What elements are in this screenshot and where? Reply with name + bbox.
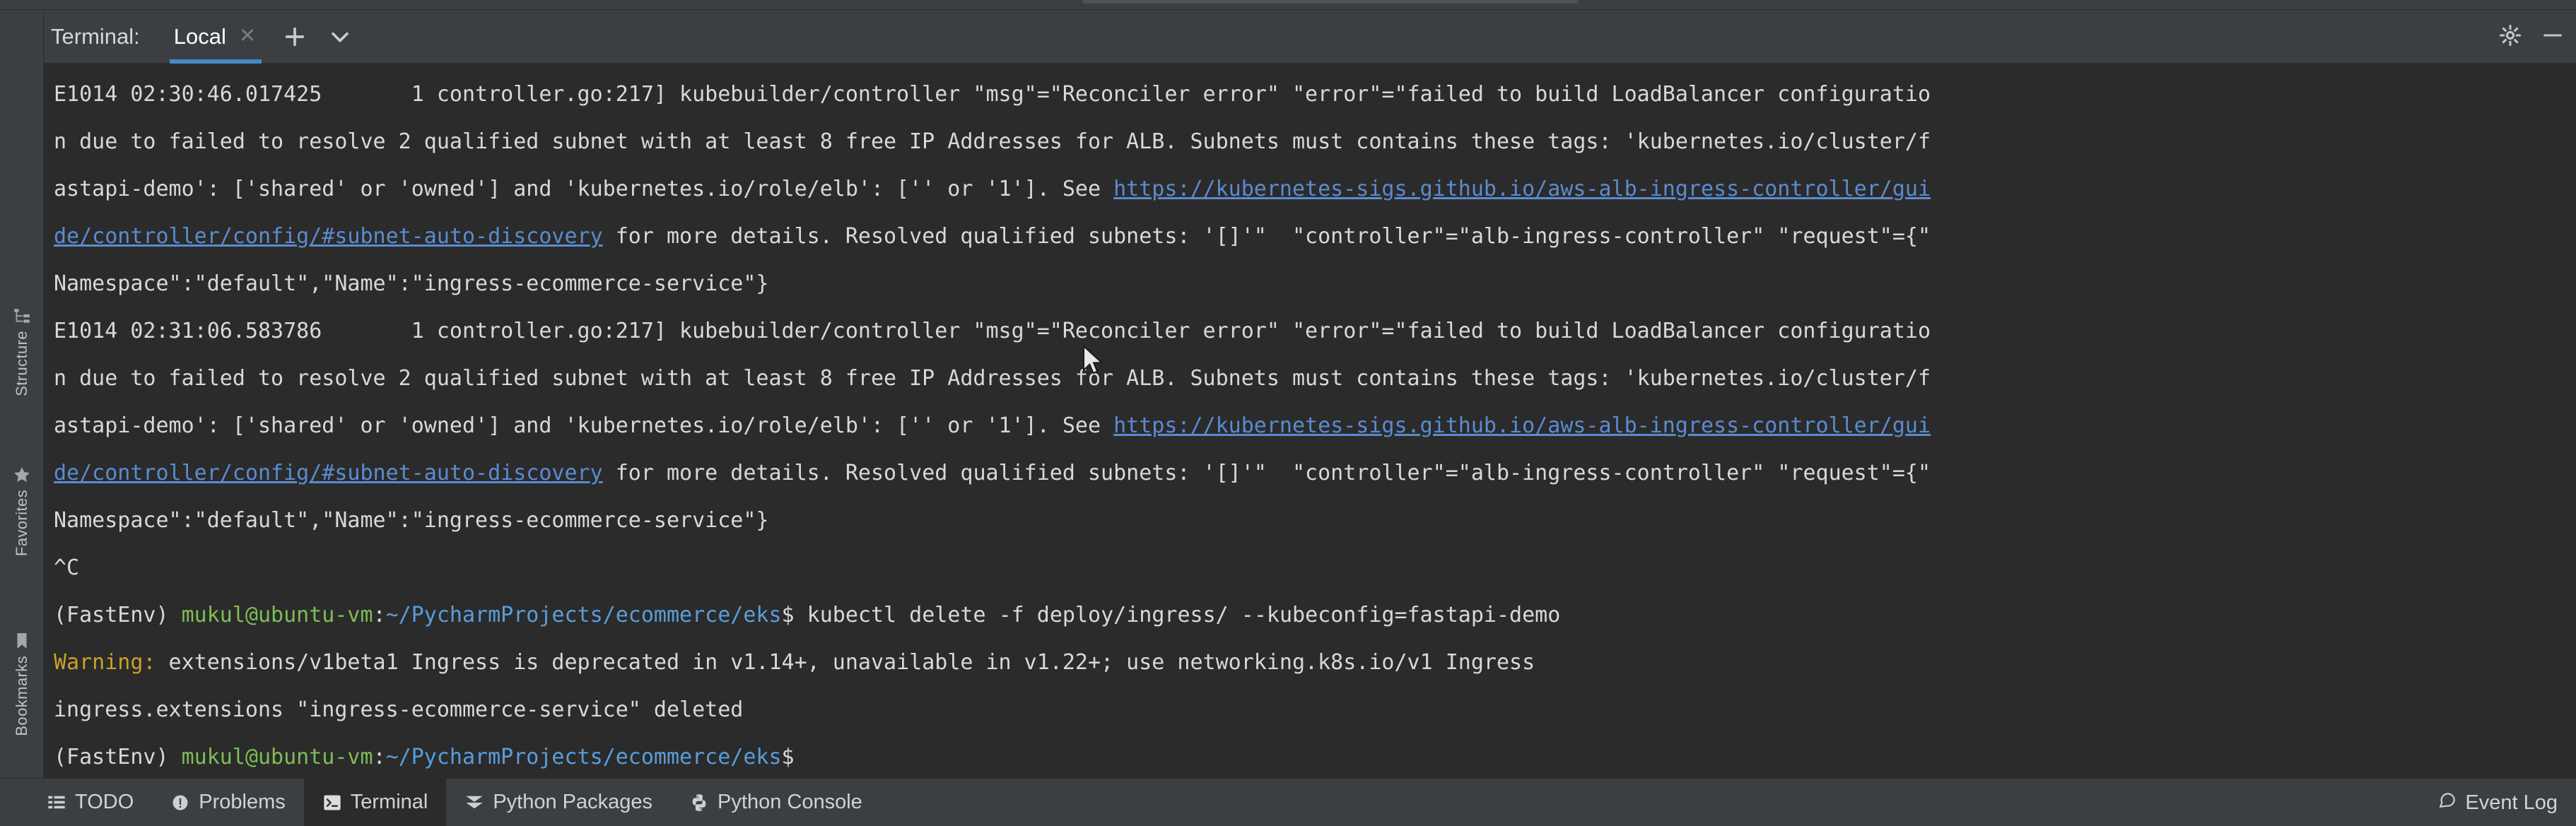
terminal-line-deleted-line: ingress.extensions "ingress-ecommerce-se… <box>54 686 2576 733</box>
terminal-line-log-2-cont-3: de/controller/config/#subnet-auto-discov… <box>54 449 2576 497</box>
status-bar-item-python-packages-label: Python Packages <box>493 791 653 813</box>
terminal-text: $ kubectl delete -f deploy/ingress/ --ku… <box>781 603 1561 627</box>
status-bar-item-python-console-label: Python Console <box>718 791 862 813</box>
status-bar-item-problems-label: Problems <box>199 791 286 813</box>
terminal-text: n due to failed to resolve 2 qualified s… <box>54 366 1931 391</box>
terminal-line-log-1-head: E1014 02:30:46.017425 1 controller.go:21… <box>54 71 2576 118</box>
editor-bottom-strip <box>0 0 2576 10</box>
gear-icon[interactable] <box>2498 23 2522 50</box>
left-tool-stripe: Structure Favorites Bookmarks <box>0 10 44 778</box>
terminal-line-log-2-cont-4: Namespace":"default","Name":"ingress-eco… <box>54 497 2576 544</box>
terminal-text: n due to failed to resolve 2 qualified s… <box>54 129 1931 154</box>
chevron-down-icon[interactable] <box>324 20 356 53</box>
terminal-output[interactable]: E1014 02:30:46.017425 1 controller.go:21… <box>44 64 2576 778</box>
sidebar-item-bookmarks[interactable]: Bookmarks <box>0 632 44 736</box>
terminal-text: extensions/v1beta1 Ingress is deprecated… <box>156 650 1535 675</box>
chevrons-down-icon <box>464 793 484 813</box>
status-bar-item-todo[interactable]: TODO <box>28 779 152 826</box>
python-icon <box>689 793 709 813</box>
plus-icon[interactable] <box>279 20 311 53</box>
terminal-text: ~/PycharmProjects/ecommerce/eks <box>385 603 782 627</box>
terminal-text: ^C <box>54 555 80 580</box>
minimize-icon[interactable] <box>2541 23 2565 50</box>
status-bar: TODO Problems Terminal Python Packages P <box>0 778 2576 826</box>
terminal-text: mukul@ubuntu-vm <box>181 745 373 769</box>
terminal-text: E1014 02:30:46.017425 1 controller.go:21… <box>54 82 1931 107</box>
terminal-text: Warning: <box>54 650 156 675</box>
star-icon <box>13 466 31 484</box>
terminal-text: Namespace":"default","Name":"ingress-eco… <box>54 271 769 296</box>
sidebar-item-bookmarks-label: Bookmarks <box>13 656 30 736</box>
terminal-header-right-controls <box>2498 10 2565 64</box>
status-bar-item-python-packages[interactable]: Python Packages <box>446 779 671 826</box>
terminal-line-warning-line: Warning: extensions/v1beta1 Ingress is d… <box>54 639 2576 686</box>
status-bar-event-log[interactable]: Event Log <box>2438 779 2558 826</box>
terminal-line-log-1-cont-4: Namespace":"default","Name":"ingress-eco… <box>54 260 2576 307</box>
warning-circle-icon <box>170 793 190 813</box>
terminal-line-log-2-head: E1014 02:31:06.583786 1 controller.go:21… <box>54 307 2576 355</box>
terminal-line-prompt-1: (FastEnv) mukul@ubuntu-vm:~/PycharmProje… <box>54 591 2576 639</box>
terminal-title: Terminal: <box>51 23 140 49</box>
bookmark-icon <box>13 632 31 650</box>
sidebar-item-favorites-label: Favorites <box>13 490 30 557</box>
terminal-link[interactable]: https://kubernetes-sigs.github.io/aws-al… <box>1113 177 1931 201</box>
terminal-text: ingress.extensions "ingress-ecommerce-se… <box>54 697 744 722</box>
terminal-text: astapi-demo': ['shared' or 'owned'] and … <box>54 413 1114 438</box>
terminal-line-log-2-cont-1: n due to failed to resolve 2 qualified s… <box>54 355 2576 402</box>
terminal-text: for more details. Resolved qualified sub… <box>602 461 1931 485</box>
terminal-text: $ <box>781 745 795 769</box>
terminal-line-prompt-2: (FastEnv) mukul@ubuntu-vm:~/PycharmProje… <box>54 733 2576 778</box>
status-bar-event-log-label: Event Log <box>2465 791 2558 814</box>
status-bar-item-terminal[interactable]: Terminal <box>303 778 447 826</box>
terminal-line-container: E1014 02:30:46.017425 1 controller.go:21… <box>54 71 2576 778</box>
terminal-link[interactable]: de/controller/config/#subnet-auto-discov… <box>54 461 603 485</box>
status-bar-item-todo-label: TODO <box>75 791 134 813</box>
terminal-line-interrupt: ^C <box>54 544 2576 591</box>
terminal-tab-local-label: Local <box>173 23 226 49</box>
list-icon <box>47 793 66 813</box>
editor-tab-nub <box>1083 0 1578 4</box>
terminal-header: Terminal: Local ✕ <box>44 10 2576 64</box>
terminal-text: ~/PycharmProjects/ecommerce/eks <box>385 745 782 769</box>
window-body: Structure Favorites Bookmarks Terminal: <box>0 10 2576 778</box>
terminal-text: astapi-demo': ['shared' or 'owned'] and … <box>54 177 1114 201</box>
terminal-line-log-2-cont-2: astapi-demo': ['shared' or 'owned'] and … <box>54 402 2576 449</box>
terminal-text: (FastEnv) <box>54 603 182 627</box>
terminal-tab-local[interactable]: Local ✕ <box>164 10 266 64</box>
balloon-icon <box>2438 791 2457 815</box>
terminal-link[interactable]: de/controller/config/#subnet-auto-discov… <box>54 224 603 249</box>
status-bar-item-problems[interactable]: Problems <box>152 779 304 826</box>
terminal-text: mukul@ubuntu-vm <box>181 603 373 627</box>
terminal-line-log-1-cont-1: n due to failed to resolve 2 qualified s… <box>54 118 2576 165</box>
terminal-text: for more details. Resolved qualified sub… <box>602 224 1931 249</box>
structure-icon <box>13 307 31 325</box>
terminal-link[interactable]: https://kubernetes-sigs.github.io/aws-al… <box>1113 413 1931 438</box>
status-bar-item-terminal-label: Terminal <box>350 791 428 813</box>
terminal-text: (FastEnv) <box>54 745 182 769</box>
terminal-text: Namespace":"default","Name":"ingress-eco… <box>54 508 769 533</box>
pycharm-window: Structure Favorites Bookmarks Terminal: <box>0 0 2576 826</box>
close-icon[interactable]: ✕ <box>239 26 256 47</box>
sidebar-item-structure[interactable]: Structure <box>0 307 44 396</box>
sidebar-item-favorites[interactable]: Favorites <box>0 466 44 556</box>
terminal-text: : <box>373 745 386 769</box>
sidebar-item-structure-label: Structure <box>13 331 30 396</box>
terminal-icon <box>322 793 342 813</box>
status-bar-item-python-console[interactable]: Python Console <box>671 779 881 826</box>
terminal-text: E1014 02:31:06.583786 1 controller.go:21… <box>54 319 1931 343</box>
terminal-line-log-1-cont-3: de/controller/config/#subnet-auto-discov… <box>54 213 2576 260</box>
terminal-line-log-1-cont-2: astapi-demo': ['shared' or 'owned'] and … <box>54 165 2576 213</box>
terminal-tool-window: Terminal: Local ✕ E1014 02:30:46.017425 … <box>44 10 2576 778</box>
terminal-text: : <box>373 603 386 627</box>
